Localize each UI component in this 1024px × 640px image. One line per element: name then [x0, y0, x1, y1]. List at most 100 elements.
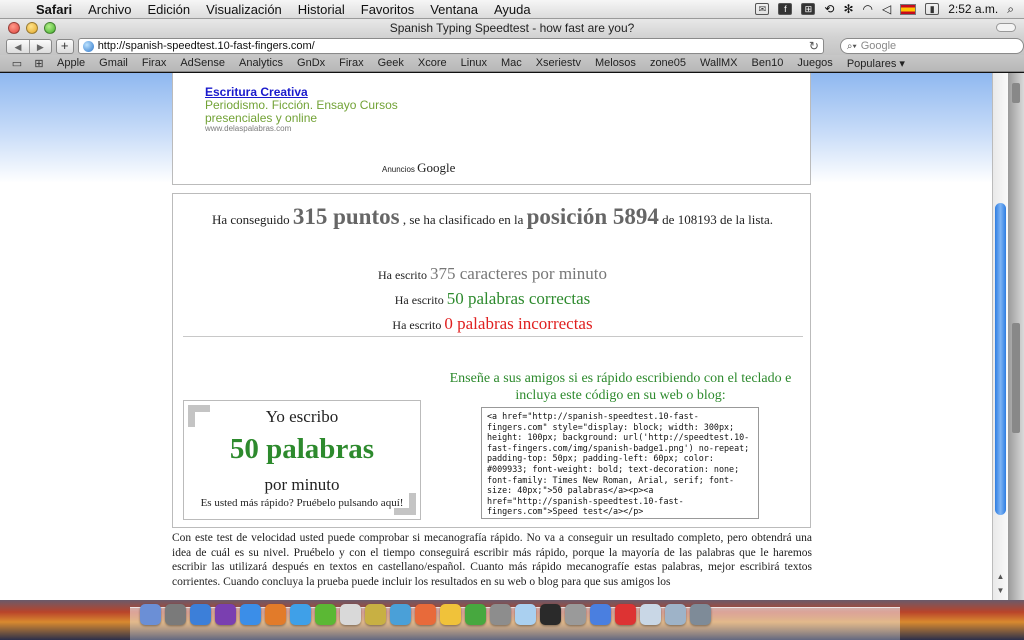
bookmark-mac[interactable]: Mac	[494, 57, 529, 69]
page-viewport: Escritura Creativa Periodismo. Ficción. …	[0, 73, 992, 600]
reload-icon[interactable]: ↻	[809, 39, 819, 53]
bookmark-zone05[interactable]: zone05	[643, 57, 693, 69]
add-bookmark-button[interactable]: +	[55, 38, 74, 54]
spotlight-icon[interactable]: ⌕	[1007, 2, 1014, 17]
leaf-dock-icon[interactable]	[440, 604, 461, 625]
top-sites-icon[interactable]: ⊞	[28, 57, 50, 70]
wpm-badge[interactable]: Yo escribo 50 palabras por minuto Es ust…	[183, 400, 421, 520]
description-paragraph: Con este test de velocidad usted puede c…	[172, 532, 812, 588]
correct-prefix: Ha escrito	[394, 293, 444, 307]
bookmark-populares[interactable]: Populares ▾	[840, 57, 912, 70]
bookmark-firax[interactable]: Firax	[135, 57, 173, 69]
bookmark-xseriestv[interactable]: Xseriestv	[529, 57, 588, 69]
wrong-prefix: Ha escrito	[392, 318, 442, 332]
volume-icon[interactable]: ◁	[882, 2, 891, 16]
search-placeholder[interactable]: Google	[861, 40, 896, 52]
transmit-dock-icon[interactable]	[565, 604, 586, 625]
terminal-dock-icon[interactable]	[515, 604, 536, 625]
app-status-icon[interactable]: ⊞	[801, 3, 816, 15]
ad-text[interactable]: Periodismo. Ficción. Ensayo Cursos prese…	[205, 99, 405, 125]
bookmark-xcore[interactable]: Xcore	[411, 57, 454, 69]
firefox-dock-icon[interactable]	[265, 604, 286, 625]
badge-cta[interactable]: Es usted más rápido? Pruébelo pulsando a…	[184, 497, 420, 509]
spain-flag-icon[interactable]	[900, 3, 917, 15]
ad-link[interactable]: Escritura Creativa	[205, 85, 308, 99]
itunes-dock-icon[interactable]	[290, 604, 311, 625]
bookmark-linux[interactable]: Linux	[454, 57, 494, 69]
menu-app[interactable]: Safari	[28, 2, 80, 17]
nav-buttons: ◀ ▶	[6, 38, 52, 54]
finder-dock-icon[interactable]	[140, 604, 161, 625]
address-bar[interactable]: http://spanish-speedtest.10-fast-fingers…	[77, 38, 824, 54]
vertical-scrollbar[interactable]: ▲ ▼	[992, 73, 1008, 600]
bookmark-ben10[interactable]: Ben10	[745, 57, 791, 69]
bookmark-gmail[interactable]: Gmail	[92, 57, 135, 69]
menu-historial[interactable]: Historial	[290, 2, 353, 17]
google-logo: Google	[417, 160, 456, 175]
scroll-down-icon[interactable]: ▼	[993, 586, 1008, 600]
embed-code-textarea[interactable]: <a href="http://spanish-speedtest.10-fas…	[481, 407, 759, 519]
bookmark-geek[interactable]: Geek	[371, 57, 411, 69]
minimize-button[interactable]	[26, 22, 38, 34]
badge-wpm[interactable]: 50 palabras	[184, 433, 420, 466]
preview-dock-icon[interactable]	[390, 604, 411, 625]
documents-dock-icon[interactable]	[640, 604, 661, 625]
bookmark-adsense[interactable]: AdSense	[173, 57, 232, 69]
trash-dock-icon[interactable]	[690, 604, 711, 625]
search-field[interactable]: ⌕▾ Google	[839, 38, 1024, 54]
score-mid: , se ha clasificado en la	[402, 212, 524, 227]
bookmark-melosos[interactable]: Melosos	[588, 57, 643, 69]
toolbar-toggle-button[interactable]	[996, 23, 1016, 32]
safari-dock-icon[interactable]	[240, 604, 261, 625]
scroll-up-icon[interactable]: ▲	[993, 572, 1008, 586]
window-titlebar: Spanish Typing Speedtest - how fast are …	[0, 19, 1024, 37]
dashboard-dock-icon[interactable]	[165, 604, 186, 625]
ichat-dock-icon[interactable]	[190, 604, 211, 625]
adium-dock-icon[interactable]	[415, 604, 436, 625]
menu-visualizacion[interactable]: Visualización	[198, 2, 290, 17]
ad-url[interactable]: www.delaspalabras.com	[205, 124, 291, 133]
back-icon[interactable]: ◀	[7, 40, 29, 53]
forward-icon[interactable]: ▶	[28, 39, 51, 53]
ads-by-google[interactable]: Anuncios Google	[382, 160, 455, 176]
upload-dock-icon[interactable]	[590, 604, 611, 625]
utility-dock-icon[interactable]	[465, 604, 486, 625]
bookmark-gndx[interactable]: GnDx	[290, 57, 332, 69]
mail-icon[interactable]: ✉	[755, 3, 770, 15]
bookmark-apple[interactable]: Apple	[50, 57, 92, 69]
window-title: Spanish Typing Speedtest - how fast are …	[389, 21, 635, 35]
close-button[interactable]	[8, 22, 20, 34]
cube-dock-icon[interactable]	[490, 604, 511, 625]
menu-favoritos[interactable]: Favoritos	[353, 2, 422, 17]
bookmark-juegos[interactable]: Juegos	[790, 57, 839, 69]
reading-list-icon[interactable]: ▭	[6, 57, 28, 70]
correct-value: 50 palabras correctas	[446, 289, 591, 308]
bookmark-firax-2[interactable]: Firax	[332, 57, 370, 69]
menu-edicion[interactable]: Edición	[140, 2, 199, 17]
menu-archivo[interactable]: Archivo	[80, 2, 139, 17]
calendar-dock-icon[interactable]	[315, 604, 336, 625]
wifi-icon[interactable]: ◠	[863, 2, 873, 16]
bookmark-wallmx[interactable]: WallMX	[693, 57, 744, 69]
url-text[interactable]: http://spanish-speedtest.10-fast-fingers…	[98, 40, 315, 52]
rank-suffix: de 108193 de la lista.	[662, 212, 774, 227]
bookmark-analytics[interactable]: Analytics	[232, 57, 290, 69]
battery-icon[interactable]: ▮	[925, 3, 940, 15]
apps-dock-icon[interactable]	[615, 604, 636, 625]
photos-dock-icon[interactable]	[365, 604, 386, 625]
divider	[183, 336, 803, 337]
menu-ayuda[interactable]: Ayuda	[486, 2, 539, 17]
search-icon: ⌕▾	[846, 40, 857, 52]
scrollbar-thumb[interactable]	[995, 203, 1006, 515]
monitor-dock-icon[interactable]	[540, 604, 561, 625]
fireworks-dock-icon[interactable]	[340, 604, 361, 625]
downloads-dock-icon[interactable]	[665, 604, 686, 625]
clock[interactable]: 2:52 a.m.	[948, 2, 998, 16]
bluetooth-icon[interactable]: ✻	[843, 2, 853, 16]
time-machine-icon[interactable]: ⟲	[824, 2, 834, 16]
wrong-line: Ha escrito 0 palabras incorrectas	[173, 312, 812, 337]
facebook-icon[interactable]: f	[778, 3, 793, 15]
zoom-button[interactable]	[44, 22, 56, 34]
menu-ventana[interactable]: Ventana	[422, 2, 486, 17]
mail-dock-icon[interactable]	[215, 604, 236, 625]
